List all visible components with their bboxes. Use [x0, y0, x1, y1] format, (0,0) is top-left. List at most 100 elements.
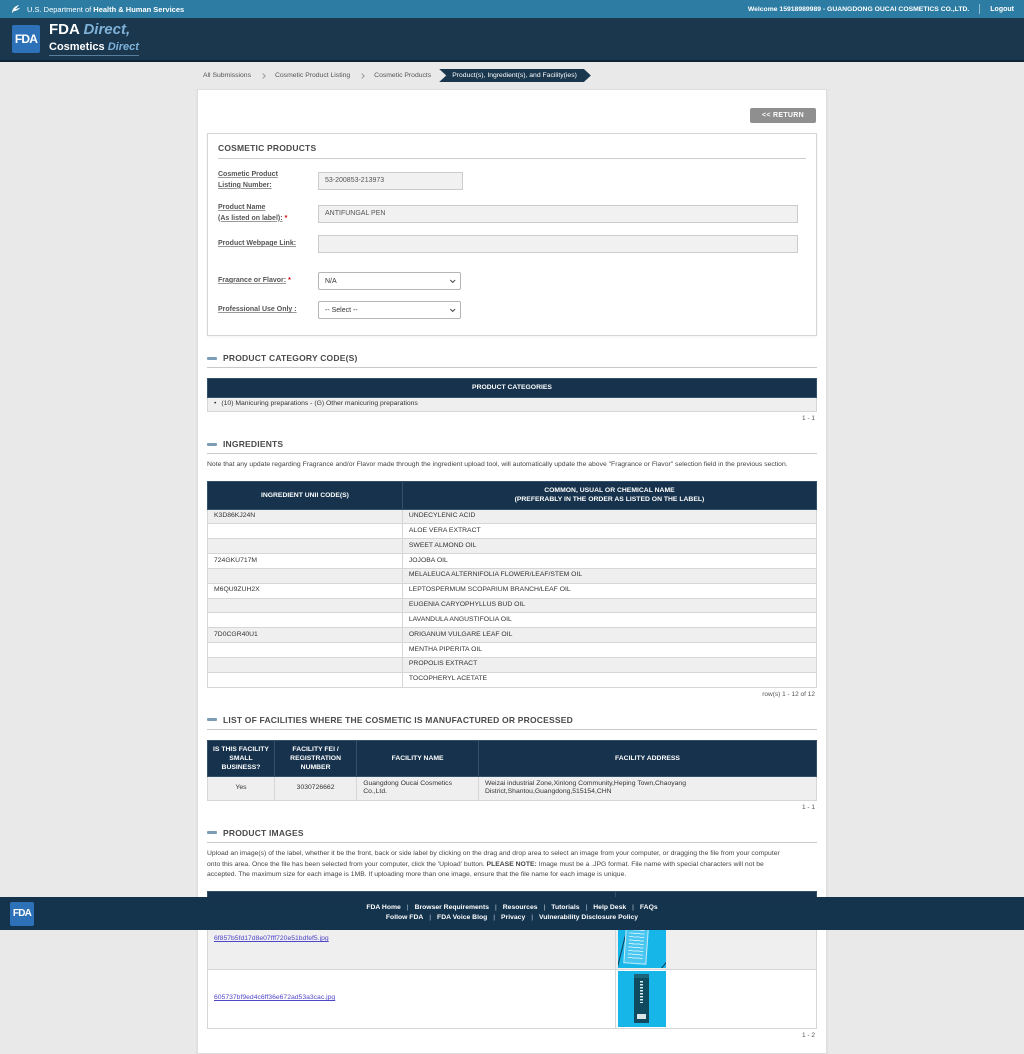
table-row: M6QU9ZUH2XLEPTOSPERMUM SCOPARIUM BRANCH/… [208, 583, 817, 598]
footer-link-help-desk[interactable]: Help Desk [593, 904, 640, 911]
fei-column-header: FACILITY FEI / REGISTRATION NUMBER [274, 740, 356, 777]
listing-number-label: Cosmetic Product Listing Number: [218, 170, 318, 192]
app-title-italic: Direct, [83, 21, 130, 38]
facilities-section: LIST OF FACILITIES WHERE THE COSMETIC IS… [207, 715, 817, 811]
hhs-eagle-icon [10, 3, 22, 15]
table-row: TOCOPHERYL ACETATE [208, 672, 817, 687]
collapse-icon[interactable] [207, 443, 217, 446]
name-column-header: COMMON, USUAL OR CHEMICAL NAME (PREFERAB… [402, 482, 816, 509]
image-file-link[interactable]: 6f857b5fd17d8e07fff720e51bdfef5.jpg [214, 935, 329, 942]
table-row: EUGENIA CARYOPHYLLUS BUD OIL [208, 598, 817, 613]
footer-link-fda-home[interactable]: FDA Home [366, 904, 414, 911]
facility-name-column-header: FACILITY NAME [357, 740, 479, 777]
ingredients-table: INGREDIENT UNII CODE(S) COMMON, USUAL OR… [207, 481, 817, 687]
professional-use-label: Professional Use Only : [218, 305, 318, 316]
product-image-preview[interactable] [618, 971, 666, 1027]
table-row: 7D0CGR40U1ORIGANUM VULGARE LEAF OIL [208, 628, 817, 643]
collapse-icon[interactable] [207, 831, 217, 834]
app-title-lockup: FDA Direct, Cosmetics Direct [49, 22, 139, 56]
product-images-description: Upload an image(s) of the label, whether… [207, 849, 793, 882]
app-subtitle-italic: Direct [108, 41, 139, 53]
product-categories-section: PRODUCT CATEGORY CODE(S) PRODUCT CATEGOR… [207, 353, 817, 422]
product-categories-column-header: PRODUCT CATEGORIES [208, 379, 817, 397]
table-row: ALOE VERA EXTRACT [208, 524, 817, 539]
welcome-text: Welcome 15918989989 - GUANGDONG OUCAI CO… [748, 6, 969, 13]
footer-link-privacy[interactable]: Privacy [501, 914, 539, 921]
product-categories-table: PRODUCT CATEGORIES (10) Manicuring prepa… [207, 378, 817, 412]
app-header: FDA FDA Direct, Cosmetics Direct [0, 18, 1024, 62]
table-row: 724GKU717MJOJOBA OIL [208, 554, 817, 569]
chevron-down-icon [450, 307, 456, 313]
department-label: U.S. Department of Health & Human Servic… [27, 5, 184, 14]
government-bar: U.S. Department of Health & Human Servic… [0, 0, 1024, 18]
chevron-down-icon [450, 278, 456, 284]
product-name-label: Product Name (As listed on label):* [218, 203, 318, 225]
breadcrumb: All Submissions Cosmetic Product Listing… [197, 69, 827, 82]
please-note-label: PLEASE NOTE: [487, 861, 537, 868]
facilities-section-title: LIST OF FACILITIES WHERE THE COSMETIC IS… [207, 715, 817, 730]
product-images-pagination: 1 - 2 [207, 1032, 817, 1039]
facilities-table: IS THIS FACILITY SMALL BUSINESS? FACILIT… [207, 740, 817, 801]
breadcrumb-current-page: Product(s), Ingredient(s), and Facility(… [439, 69, 591, 82]
product-name-input[interactable] [318, 205, 798, 223]
breadcrumb-cosmetic-product-listing[interactable]: Cosmetic Product Listing [269, 72, 356, 79]
table-row: MELALEUCA ALTERNIFOLIA FLOWER/LEAF/STEM … [208, 568, 817, 583]
app-subtitle-bold: Cosmetics [49, 41, 105, 53]
table-row: SWEET ALMOND OIL [208, 539, 817, 554]
unii-column-header: INGREDIENT UNII CODE(S) [208, 482, 403, 509]
app-title-bold: FDA [49, 21, 79, 38]
footer-link-tutorials[interactable]: Tutorials [551, 904, 593, 911]
department-bold: Health & Human Services [93, 5, 184, 14]
chevron-right-icon [260, 73, 266, 79]
footer-link-vulnerability-disclosure[interactable]: Vulnerability Disclosure Policy [539, 914, 638, 921]
collapse-icon[interactable] [207, 357, 217, 360]
required-asterisk: * [288, 277, 291, 284]
ingredients-note: Note that any update regarding Fragrance… [207, 460, 793, 471]
breadcrumb-cosmetic-products[interactable]: Cosmetic Products [368, 72, 437, 79]
cosmetic-products-title: COSMETIC PRODUCTS [218, 134, 806, 159]
department-prefix: U.S. Department of [27, 5, 91, 14]
fragrance-select[interactable]: N/A [318, 272, 461, 290]
table-row: 605737bf9ed4c6ff36e672ad53a3cac.jpg [208, 969, 817, 1028]
webpage-link-input[interactable] [318, 235, 798, 253]
facility-address-column-header: FACILITY ADDRESS [478, 740, 816, 777]
product-images-section-title: PRODUCT IMAGES [207, 828, 817, 843]
fragrance-selected-value: N/A [325, 278, 337, 285]
footer: FDA HomeBrowser RequirementsResourcesTut… [0, 897, 1024, 930]
product-categories-pagination: 1 - 1 [207, 415, 817, 422]
collapse-icon[interactable] [207, 718, 217, 721]
footer-link-fda-voice-blog[interactable]: FDA Voice Blog [437, 914, 501, 921]
professional-use-selected-value: -- Select -- [325, 307, 358, 314]
small-business-column-header: IS THIS FACILITY SMALL BUSINESS? [208, 740, 275, 777]
footer-link-follow-fda[interactable]: Follow FDA [386, 914, 437, 921]
listing-number-input[interactable] [318, 172, 463, 190]
professional-use-select[interactable]: -- Select -- [318, 301, 461, 319]
table-row: (10) Manicuring preparations - (G) Other… [208, 397, 817, 412]
return-button[interactable]: << RETURN [750, 108, 816, 123]
table-row: Yes 3030726662 Guangdong Oucai Cosmetics… [208, 777, 817, 801]
fragrance-label: Fragrance or Flavor:* [218, 276, 318, 287]
footer-links-row-2: Follow FDAFDA Voice BlogPrivacyVulnerabi… [0, 915, 1024, 922]
image-file-link[interactable]: 605737bf9ed4c6ff36e672ad53a3cac.jpg [214, 994, 335, 1001]
chevron-right-icon [359, 73, 365, 79]
table-row: MENTHA PIPERITA OIL [208, 643, 817, 658]
facilities-pagination: 1 - 1 [207, 804, 817, 811]
breadcrumb-all-submissions[interactable]: All Submissions [197, 72, 257, 79]
table-row: K3D86KJ24NUNDECYLENIC ACID [208, 509, 817, 524]
product-categories-section-title: PRODUCT CATEGORY CODE(S) [207, 353, 817, 368]
webpage-link-label: Product Webpage Link: [218, 239, 318, 250]
fda-logo: FDA [12, 25, 40, 53]
ingredients-pagination: row(s) 1 - 12 of 12 [207, 691, 817, 698]
ingredients-section: INGREDIENTS Note that any update regardi… [207, 439, 817, 697]
footer-link-resources[interactable]: Resources [503, 904, 552, 911]
cosmetic-products-form: COSMETIC PRODUCTS Cosmetic Product Listi… [207, 133, 817, 336]
table-row: LAVANDULA ANGUSTIFOLIA OIL [208, 613, 817, 628]
footer-link-faqs[interactable]: FAQs [640, 904, 658, 911]
table-row: PROPOLIS EXTRACT [208, 657, 817, 672]
topbar-divider [979, 4, 980, 14]
required-asterisk: * [285, 215, 288, 222]
footer-link-browser-requirements[interactable]: Browser Requirements [415, 904, 503, 911]
footer-links-row-1: FDA HomeBrowser RequirementsResourcesTut… [0, 905, 1024, 912]
logout-link[interactable]: Logout [990, 6, 1014, 13]
footer-links: FDA HomeBrowser RequirementsResourcesTut… [0, 902, 1024, 925]
